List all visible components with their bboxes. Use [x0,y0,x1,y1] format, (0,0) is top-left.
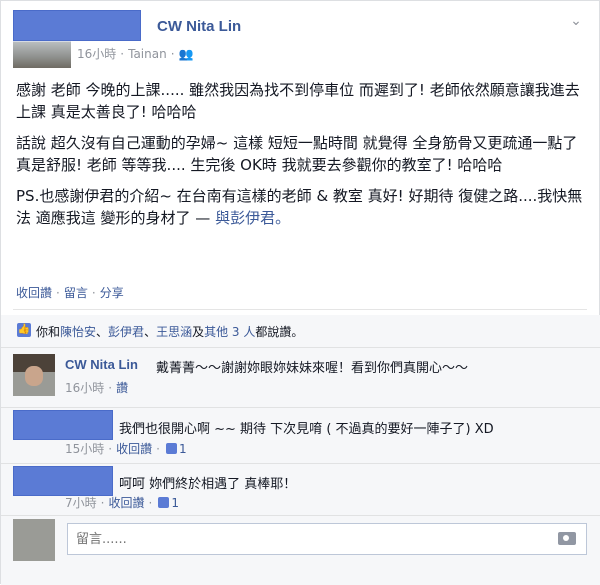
liker-others[interactable]: 其他 3 人 [204,325,255,339]
comment-text: 戴菁菁～～謝謝妳眼妳妹妹來喔！看到你們真開心～～ [156,361,469,376]
avatar-photo [13,42,71,68]
post-paragraph: 感謝 老師 今晚的上課..... 雖然我因為找不到停車位 而遲到了! 老師依然願… [16,81,580,121]
comment-text: 我們也很開心啊 ~~ 期待 下次見唷 ( 不過真的要好一陣子了) XD [119,422,494,437]
comment-like-count[interactable]: 1 [179,442,187,456]
post-paragraph: PS.也感謝伊君的介紹~ 在台南有這樣的老師 & 教室 真好! 好期待 復健之路… [16,185,591,229]
unlike-button[interactable]: 收回讚 [16,286,52,300]
tag-link[interactable]: 與彭伊君。 [215,209,290,227]
likes-suffix: 都說讚。 [255,325,304,339]
comment-time[interactable]: 16小時 [65,381,104,395]
comment-meta: 7小時 · 收回讚 · 1 [65,496,179,510]
reply-box [67,523,587,555]
comment-time[interactable]: 15小時 [65,442,104,456]
post-paragraph: 話說 超久沒有自己運動的孕婦~ 這樣 短短一點時間 就覺得 全身筋骨又更疏通一點… [16,134,578,174]
post-author[interactable]: CW Nita Lin [157,18,241,35]
liker-name[interactable]: 彭伊君 [108,325,144,339]
comment: 我們也很開心啊 ~~ 期待 下次見唷 ( 不過真的要好一陣子了) XD 15小時… [1,407,600,463]
redacted-region [13,10,141,41]
unlike-comment-button[interactable]: 收回讚 [108,496,144,510]
chevron-down-icon[interactable]: ⌄ [567,13,585,31]
post-time[interactable]: 16小時 [77,47,116,61]
liker-name[interactable]: 王思涵 [156,325,192,339]
comment-button[interactable]: 留言 [64,286,88,300]
thumbs-up-icon: 👍 [17,323,31,337]
comment-input[interactable] [68,524,548,554]
redacted-region [13,410,113,440]
post-body: 感謝 老師 今晚的上課..... 雖然我因為找不到停車位 而遲到了! 老師依然願… [16,79,591,238]
post-paragraph-text: PS.也感謝伊君的介紹~ 在台南有這樣的老師 & 教室 真好! 好期待 復健之路… [16,187,583,227]
liker-name[interactable]: 陳怡安 [60,325,96,339]
redacted-region [13,466,113,496]
thumbs-up-icon [158,497,170,508]
comment: 呵呵 妳們終於相遇了 真棒耶！ 7小時 · 收回讚 · 1 [1,463,600,515]
divider [1,515,600,516]
comment-meta: 15小時 · 收回讚 · 1 [65,442,187,456]
like-comment-button[interactable]: 讚 [116,381,128,395]
dot-separator: · [56,286,60,300]
dot-separator: · [120,47,125,61]
unlike-comment-button[interactable]: 收回讚 [116,442,152,456]
post-meta: 16小時 · Tainan · 👥 [77,45,194,62]
current-user-avatar [13,519,55,561]
share-button[interactable]: 分享 [100,286,124,300]
comment-time[interactable]: 7小時 [65,496,97,510]
comment-text: 呵呵 妳們終於相遇了 真棒耶！ [119,477,297,492]
comment-like-count[interactable]: 1 [171,496,179,510]
post-location[interactable]: Tainan [128,47,167,61]
comment: CW Nita Lin 戴菁菁～～謝謝妳眼妳妹妹來喔！看到你們真開心～～ 16小… [1,347,600,407]
dot-separator: · [91,286,96,300]
dot-separator: · [170,47,175,61]
post-actions: 收回讚 · 留言 · 分享 [16,284,124,301]
thumbs-up-icon [165,443,177,454]
commenter-avatar[interactable] [13,354,55,396]
camera-icon[interactable] [558,532,576,545]
likes-summary: 👍 你和陳怡安、彭伊君、王思涵及其他 3 人都說讚。 [1,315,600,345]
likes-prefix: 你和 [36,325,61,339]
likes-text: 你和陳怡安、彭伊君、王思涵及其他 3 人都說讚。 [36,325,304,339]
friends-icon[interactable]: 👥 [179,47,194,61]
commenter-name[interactable]: CW Nita Lin [65,357,138,372]
divider [13,309,587,310]
comment-meta: 16小時 · 讚 [65,381,129,395]
facebook-post: CW Nita Lin 16小時 · Tainan · 👥 ⌄ 感謝 老師 今晚的上課.… [0,0,600,585]
